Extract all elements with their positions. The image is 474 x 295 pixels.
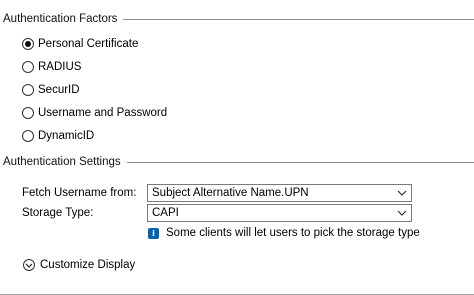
radio-button-selected[interactable] [22,38,34,50]
radio-label: RADIUS [38,61,82,73]
fetch-username-label: Fetch Username from: [22,187,137,199]
radio-button[interactable] [22,61,34,73]
radio-securid[interactable]: SecurID [22,82,80,98]
storage-type-select[interactable]: CAPI [147,204,412,222]
radio-username-password[interactable]: Username and Password [22,105,167,121]
info-icon: i [148,227,159,239]
fetch-username-select[interactable]: Subject Alternative Name.UPN [147,184,412,202]
storage-type-value: CAPI [152,207,179,219]
customize-display-toggle[interactable]: Customize Display [23,256,135,274]
radio-radius[interactable]: RADIUS [22,59,81,75]
auth-factors-title: Authentication Factors [0,13,124,25]
radio-label: Username and Password [38,107,168,119]
auth-settings-header: Authentication Settings [0,154,474,170]
chevron-down-icon[interactable] [393,185,411,201]
chevron-down-icon[interactable] [23,259,35,271]
section-divider [123,19,474,20]
radio-label: DynamicID [38,130,95,142]
radio-button[interactable] [22,84,34,96]
radio-label: Personal Certificate [38,38,139,50]
section-divider [126,162,474,163]
radio-personal-certificate[interactable]: Personal Certificate [22,36,138,52]
radio-button[interactable] [22,107,34,119]
authentication-panel: Authentication Factors Personal Certific… [0,0,474,295]
storage-type-label: Storage Type: [22,207,94,219]
radio-dynamicid[interactable]: DynamicID [22,128,94,144]
fetch-username-value: Subject Alternative Name.UPN [152,187,309,199]
chevron-down-icon[interactable] [393,205,411,221]
info-text: Some clients will let users to pick the … [166,227,420,239]
radio-selected-dot [25,41,31,47]
auth-factors-header: Authentication Factors [0,11,474,27]
radio-label: SecurID [38,84,80,96]
radio-button[interactable] [22,130,34,142]
auth-settings-title: Authentication Settings [0,156,127,168]
storage-type-info: i Some clients will let users to pick th… [148,225,420,241]
customize-display-label: Customize Display [40,259,136,271]
